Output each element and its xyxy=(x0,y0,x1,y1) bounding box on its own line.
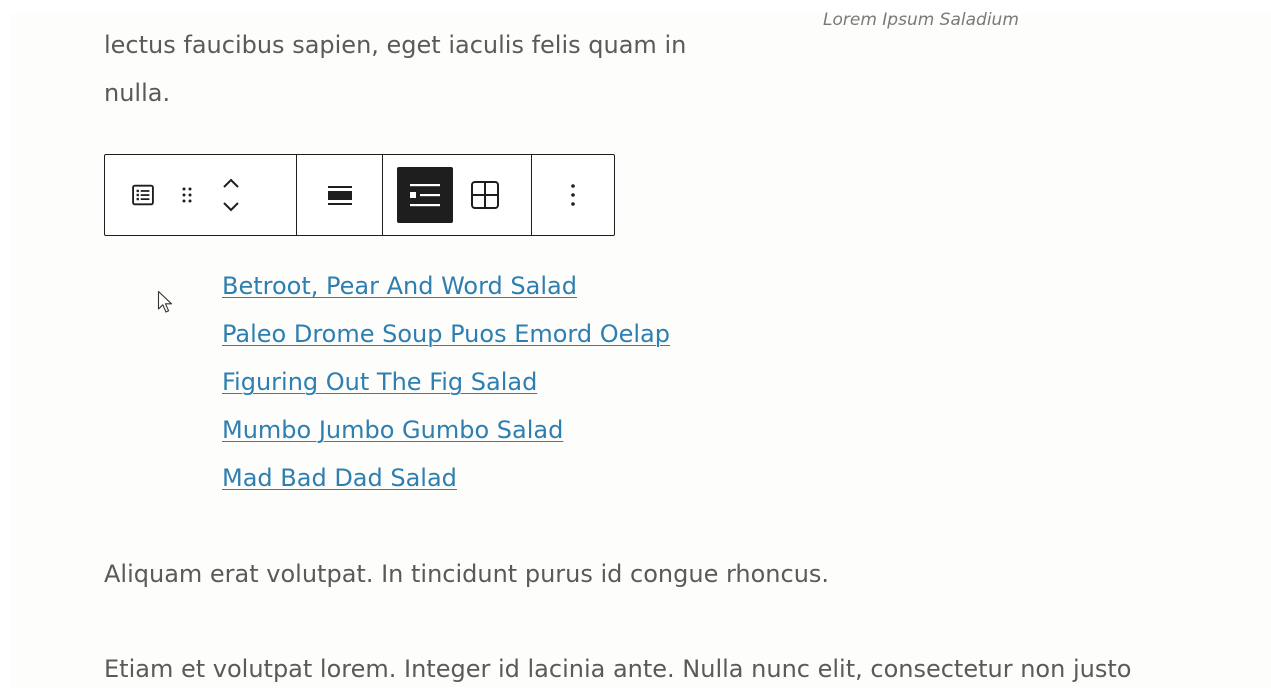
list-layout-icon xyxy=(408,180,442,210)
grid-layout-button[interactable] xyxy=(463,167,507,223)
toolbar-group-align xyxy=(297,155,383,235)
block-toolbar xyxy=(104,154,615,236)
more-vertical-icon xyxy=(568,180,578,210)
intro-line: nulla. xyxy=(104,79,171,107)
list-item: Betroot, Pear And Word Salad xyxy=(222,262,670,310)
intro-paragraph[interactable]: lectus faucibus sapien, eget iaculis fel… xyxy=(104,21,686,117)
grid-layout-icon xyxy=(469,179,501,211)
toolbar-group-layout xyxy=(383,155,532,235)
align-wide-icon xyxy=(326,181,354,209)
more-options-button[interactable] xyxy=(551,167,595,223)
image-caption: Lorem Ipsum Saladium xyxy=(823,10,1019,30)
recipe-link[interactable]: Figuring Out The Fig Salad xyxy=(222,368,537,396)
chevron-up-down-icon xyxy=(218,171,244,219)
recipe-link[interactable]: Paleo Drome Soup Puos Emord Oelap xyxy=(222,320,670,348)
list-item: Mumbo Jumbo Gumbo Salad xyxy=(222,406,670,454)
recipe-link[interactable]: Mad Bad Dad Salad xyxy=(222,464,457,492)
list-layout-button[interactable] xyxy=(397,167,453,223)
list-item: Figuring Out The Fig Salad xyxy=(222,358,670,406)
list-item: Mad Bad Dad Salad xyxy=(222,454,670,502)
list-view-icon xyxy=(129,181,157,209)
drag-handle-icon xyxy=(175,181,199,209)
recipe-link[interactable]: Mumbo Jumbo Gumbo Salad xyxy=(222,416,563,444)
link-list: Betroot, Pear And Word Salad Paleo Drome… xyxy=(222,262,670,502)
intro-line: lectus faucibus sapien, eget iaculis fel… xyxy=(104,31,687,59)
list-item: Paleo Drome Soup Puos Emord Oelap xyxy=(222,310,670,358)
move-block-button[interactable] xyxy=(209,167,253,223)
toolbar-group-block xyxy=(105,155,297,235)
paragraph[interactable]: Etiam et volutpat lorem. Integer id laci… xyxy=(104,645,1131,693)
mouse-pointer-icon xyxy=(157,290,175,320)
drag-handle-button[interactable] xyxy=(165,167,209,223)
align-button[interactable] xyxy=(312,167,368,223)
recipe-link[interactable]: Betroot, Pear And Word Salad xyxy=(222,272,577,300)
paragraph[interactable]: Aliquam erat volutpat. In tincidunt puru… xyxy=(104,550,829,598)
toolbar-group-options xyxy=(532,155,614,235)
block-type-button[interactable] xyxy=(121,167,165,223)
